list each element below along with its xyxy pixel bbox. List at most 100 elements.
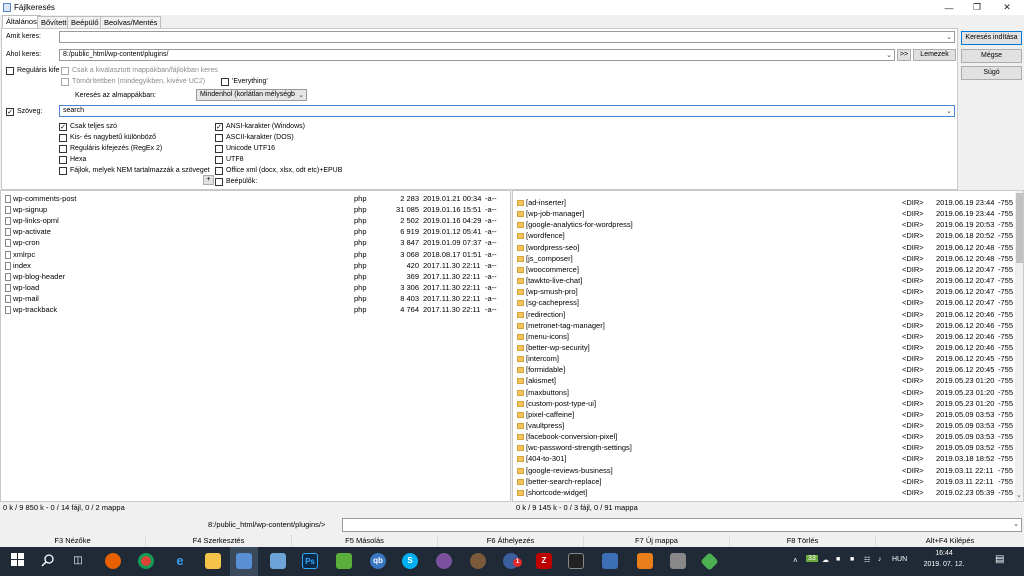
tray-badge[interactable]: 33 [806,555,818,562]
folder-row[interactable]: [vaultpress] <DIR> 2019.05.09 03:53 -755 [513,421,1013,432]
folder-row[interactable]: [google-reviews-business] <DIR> 2019.03.11… [513,466,1013,477]
paint-icon[interactable] [336,553,352,569]
skype-icon[interactable]: S [402,553,418,569]
folder-row[interactable]: [redirection] <DIR> 2019.06.12 20:46 -755 [513,310,1013,321]
file-row[interactable]: wp-cron php 3 847 2019.01.09 07:37 -a-- [1,238,510,249]
chrome-icon[interactable] [138,553,154,569]
firefox-icon[interactable] [105,553,121,569]
scrollbar[interactable]: ⌄ [1015,191,1023,501]
file-row[interactable]: index php 420 2017.11.30 22:11 -a-- [1,261,510,272]
option-checkbox[interactable] [59,145,67,153]
option-checkbox[interactable] [215,178,223,186]
browse-button[interactable]: >> [897,49,911,61]
clock-time[interactable]: 16:44 [926,550,962,557]
tray-app-icon[interactable]: ■ [836,556,840,563]
folder-row[interactable]: [wc-password-strength-settings] <DIR> 2019… [513,443,1013,454]
add-plugin-button[interactable]: + [203,175,214,185]
windows-icon[interactable] [10,553,26,569]
text-checkbox[interactable]: ✓ [6,108,14,116]
folder-row[interactable]: [sg-cachepress] <DIR> 2019.06.12 20:47 -755 [513,298,1013,309]
speaker-icon[interactable]: ♪ [878,556,882,563]
file-row[interactable]: xmlrpc php 3 068 2018.08.17 01:51 -a-- [1,250,510,261]
folder-row[interactable]: [pixel-caffeine] <DIR> 2019.05.09 03:53 -75… [513,410,1013,421]
help-button[interactable]: Súgó [961,66,1022,80]
vpn-icon[interactable] [700,552,719,571]
search-icon[interactable] [40,553,56,569]
drives-button[interactable]: Lemezek [913,49,956,61]
folder-row[interactable]: [js_composer] <DIR> 2019.06.12 20:48 -755 [513,254,1013,265]
file-row[interactable]: wp-mail php 8 403 2017.11.30 22:11 -a-- [1,294,510,305]
maximize-button[interactable]: ❐ [962,0,992,15]
file-row[interactable]: wp-links-opml php 2 502 2019.01.16 04:29 -a-… [1,216,510,227]
file-row[interactable]: wp-trackback php 4 764 2017.11.30 22:11 -a-- [1,305,510,316]
tab-load-save[interactable]: Beolvas/Mentés [100,16,162,28]
regex-checkbox[interactable] [6,67,14,75]
folder-row[interactable]: [better-wp-security] <DIR> 2019.06.12 20:4… [513,343,1013,354]
edge-icon[interactable]: e [172,553,188,569]
f5-copy-button[interactable]: F5 Másolás [292,535,438,547]
folder-row[interactable]: [formidable] <DIR> 2019.06.12 20:45 -755 [513,365,1013,376]
minimize-button[interactable]: — [934,0,964,15]
option-checkbox[interactable] [215,156,223,164]
folder-row[interactable]: [akismet] <DIR> 2019.05.23 01:20 -755 [513,376,1013,387]
f8-delete-button[interactable]: F8 Törlés [730,535,876,547]
folder-row[interactable]: [facebook-conversion-pixel] <DIR> 2019.05.… [513,432,1013,443]
task-view-icon[interactable]: ◫ [70,553,86,569]
option-checkbox[interactable] [215,134,223,142]
cancel-button[interactable]: Mégse [961,49,1022,63]
tab-extended[interactable]: Bővített [37,16,71,28]
folder-row[interactable]: [wp-job-manager] <DIR> 2019.06.19 23:44 -75… [513,209,1013,220]
tray-up-icon[interactable]: ˄ [793,556,798,565]
file-row[interactable]: wp-load php 3 306 2017.11.30 22:11 -a-- [1,283,510,294]
option-checkbox[interactable]: ✓ [59,123,67,131]
search-in-input[interactable]: 8:/public_html/wp-content/plugins/ ⌄ [59,49,895,61]
folder-row[interactable]: [wp-smush-pro] <DIR> 2019.06.12 20:47 -755 [513,287,1013,298]
option-checkbox[interactable] [59,134,67,142]
scroll-down-icon[interactable]: ⌄ [1016,491,1022,499]
folder-row[interactable]: [google-analytics-for-wordpress] <DIR> 201… [513,220,1013,231]
viber-icon[interactable] [436,553,452,569]
folder-row[interactable]: [wordpress-seo] <DIR> 2019.06.12 20:48 -755 [513,243,1013,254]
file-row[interactable]: wp-blog-header php 369 2017.11.30 22:11 -a-- [1,272,510,283]
everything-checkbox[interactable] [221,78,229,86]
terminal-icon[interactable] [568,553,584,569]
teamviewer-icon[interactable] [470,553,486,569]
onedrive-icon[interactable]: ☁ [822,556,829,564]
notification-icon[interactable]: ▤ [995,554,1004,565]
file-row[interactable]: wp-activate php 6 919 2019.01.12 05:41 -a-- [1,227,510,238]
wifi-icon[interactable]: ☷ [864,556,870,564]
f3-view-button[interactable]: F3 Nézőke [0,535,146,547]
photoshop-icon[interactable]: Ps [302,553,318,569]
folder-row[interactable]: [menu-icons] <DIR> 2019.06.12 20:46 -755 [513,332,1013,343]
folder-row[interactable]: [custom-post-type-ui] <DIR> 2019.05.23 01:… [513,399,1013,410]
chevron-down-icon[interactable]: ⌄ [886,51,892,59]
tab-plugin[interactable]: Beépülő [67,16,103,28]
qbittorrent-icon[interactable]: qb [370,553,386,569]
command-input[interactable]: ⌄ [342,518,1022,532]
file-explorer-icon[interactable] [205,553,221,569]
altf4-exit-button[interactable]: Alt+F4 Kilépés [876,535,1024,547]
chevron-down-icon[interactable]: ⌄ [946,33,952,41]
option-checkbox[interactable] [215,167,223,175]
search-for-input[interactable]: ⌄ [59,31,955,43]
f7-new-folder-button[interactable]: F7 Új mappa [584,535,730,547]
folder-row[interactable]: [metronet-tag-manager] <DIR> 2019.06.12 20… [513,321,1013,332]
generic-app-icon[interactable] [670,553,686,569]
ccleaner-icon[interactable] [637,553,653,569]
chevron-down-icon[interactable]: ⌄ [1013,520,1019,528]
file-row[interactable]: wp-signup php 31 085 2019.01.16 15:51 -a-- [1,205,510,216]
f6-move-button[interactable]: F6 Áthelyezés [438,535,584,547]
file-row[interactable]: wp-comments-post php 2 283 2019.01.21 00:34… [1,194,510,205]
subdirs-select[interactable]: Mindenhol (korlátlan mélységb ⌄ [196,89,307,101]
folder-row[interactable]: [ad-inserter] <DIR> 2019.06.19 23:44 -755 [513,198,1013,209]
save-disk-icon[interactable] [236,553,252,569]
folder-row[interactable]: [better-search-replace] <DIR> 2019.03.11 2… [513,477,1013,488]
close-button[interactable]: ✕ [992,0,1022,15]
option-checkbox[interactable]: ✓ [215,123,223,131]
option-checkbox[interactable] [59,156,67,164]
scrollbar-thumb[interactable] [1016,193,1023,263]
text-input[interactable]: search ⌄ [59,105,955,117]
filezilla-icon[interactable]: Z [536,553,552,569]
folder-row[interactable]: [wordfence] <DIR> 2019.06.18 20:52 -755 [513,231,1013,242]
folder-row[interactable]: [tawkto-live-chat] <DIR> 2019.06.12 20:47-… [513,276,1013,287]
